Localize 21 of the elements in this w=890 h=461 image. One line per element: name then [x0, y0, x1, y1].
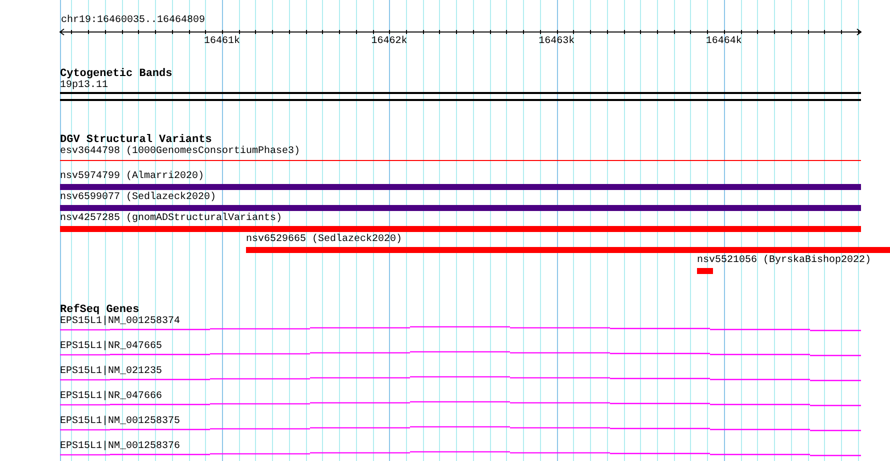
feature-label: EPS15L1|NM_021235 [60, 366, 162, 377]
feature-label: nsv6599077 (Sedlazeck2020) [60, 192, 216, 203]
feature-label: nsv6529665 (Sedlazeck2020) [246, 234, 402, 245]
feature-label: EPS15L1|NM_001258375 [60, 416, 180, 427]
ruler-tick-label: 16464k [704, 36, 743, 47]
feature-label: EPS15L1|NR_047666 [60, 391, 162, 402]
feature-label: nsv5521056 (ByrskaBishop2022) [697, 255, 872, 266]
track-title: DGV Structural Variants [60, 134, 212, 146]
feature-label: EPS15L1|NM_001258374 [60, 316, 180, 327]
range-label: chr19:16460035..16464809 [61, 15, 206, 26]
feature-label: esv3644798 (1000GenomesConsortiumPhase3) [60, 146, 300, 157]
ruler-tick-label: 16463k [538, 36, 576, 47]
track-title: Cytogenetic Bands [60, 68, 172, 80]
ruler-tick-label: 16461k [202, 36, 241, 47]
ruler-tick-label: 16462k [370, 36, 408, 47]
track-title: RefSeq Genes [60, 304, 140, 316]
feature-label: EPS15L1|NR_047665 [60, 341, 162, 352]
feature-label: nsv5974799 (Almarri2020) [60, 171, 204, 182]
feature-label: EPS15L1|NM_001258376 [60, 441, 180, 452]
feature-label: 19p13.11 [60, 80, 108, 91]
feature-label: nsv4257285 (gnomADStructuralVariants) [60, 213, 282, 224]
